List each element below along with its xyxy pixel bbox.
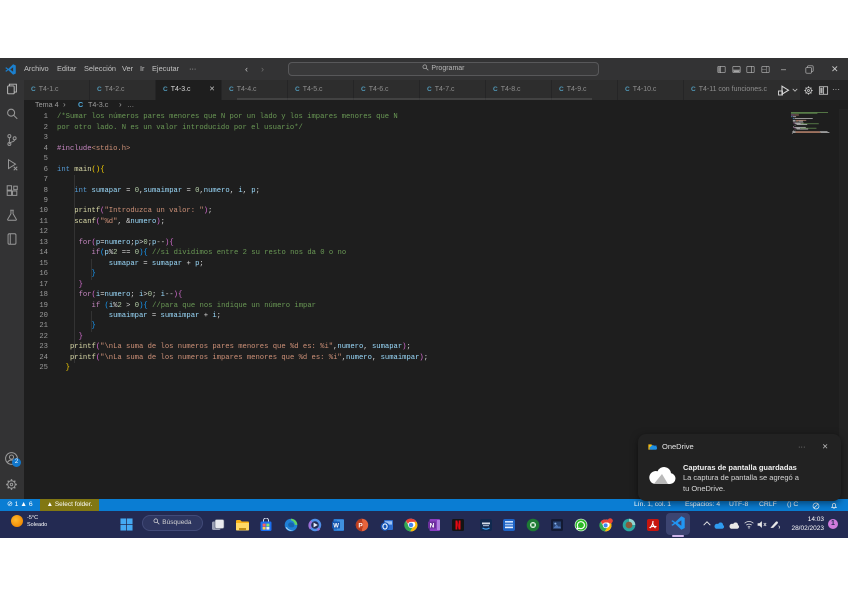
- svg-text:P: P: [358, 522, 363, 529]
- svg-text:W: W: [333, 523, 339, 529]
- svg-text:N: N: [430, 522, 435, 529]
